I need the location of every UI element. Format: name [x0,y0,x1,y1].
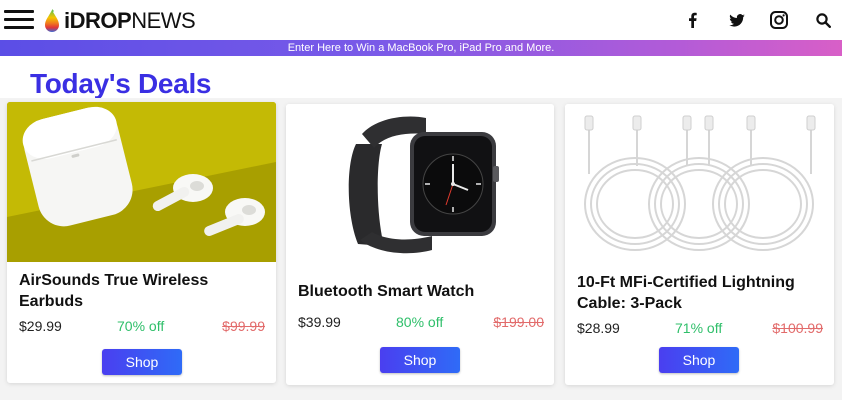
smart-watch-image[interactable] [286,104,554,264]
shop-button[interactable]: Shop [659,347,739,373]
promo-banner[interactable]: Enter Here to Win a MacBook Pro, iPad Pr… [0,40,842,56]
search-icon[interactable] [813,10,833,30]
deal-card[interactable]: AirSounds True Wireless Earbuds $29.99 7… [7,102,276,383]
earbuds-image[interactable] [7,102,276,262]
site-header: iDROPNEWS [0,0,842,40]
logo-text: iDROPNEWS [64,8,196,33]
logo-drop-icon [45,9,59,32]
product-name[interactable]: AirSounds True Wireless Earbuds [19,270,259,312]
original-price: $99.99 [222,318,265,334]
deal-card[interactable]: 10-Ft MFi-Certified Lightning Cable: 3-P… [565,104,834,385]
shop-button[interactable]: Shop [380,347,460,373]
twitter-icon[interactable] [727,10,747,30]
discount-label: 70% off [117,318,165,334]
instagram-icon[interactable] [769,10,789,30]
facebook-icon[interactable] [682,10,702,30]
sale-price: $28.99 [577,320,620,336]
site-logo[interactable]: iDROPNEWS [43,6,196,36]
shop-button[interactable]: Shop [102,349,182,375]
discount-label: 80% off [396,314,444,330]
deals-section: AirSounds True Wireless Earbuds $29.99 7… [0,98,842,400]
sale-price: $29.99 [19,318,62,334]
price-row: $28.99 71% off $100.99 [577,320,823,338]
original-price: $199.00 [493,314,544,330]
lightning-cable-image[interactable] [565,104,834,264]
sale-price: $39.99 [298,314,341,330]
product-name[interactable]: Bluetooth Smart Watch [298,281,538,302]
original-price: $100.99 [772,320,823,336]
page-title: Today's Deals [30,68,212,99]
product-name[interactable]: 10-Ft MFi-Certified Lightning Cable: 3-P… [577,272,817,314]
price-row: $29.99 70% off $99.99 [19,318,265,336]
menu-icon[interactable] [4,9,34,31]
deal-card[interactable]: Bluetooth Smart Watch $39.99 80% off $19… [286,104,554,385]
price-row: $39.99 80% off $199.00 [298,314,544,332]
discount-label: 71% off [675,320,723,336]
